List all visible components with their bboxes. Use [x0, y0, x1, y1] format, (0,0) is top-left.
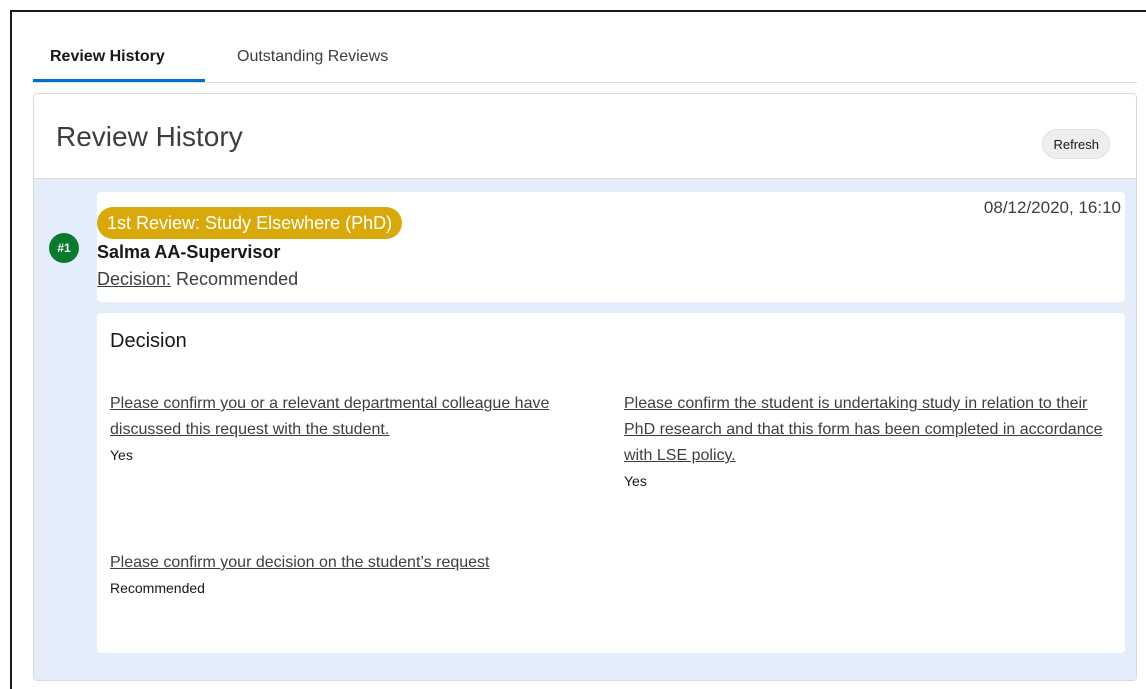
reviewer-name: Salma AA-Supervisor [97, 242, 281, 262]
review-datetime: 08/12/2020, 16:10 [983, 198, 1121, 217]
decision-details-card: Decision Please confirm you or a relevan… [97, 313, 1125, 653]
panel-header: Review History Refresh [34, 94, 1136, 179]
decision-section-title: Decision [110, 330, 187, 352]
tab-review-history[interactable]: Review History [33, 38, 205, 82]
field-question: Please confirm you or a relevant departm… [110, 395, 550, 438]
review-history-panel: Review History Refresh #1 1st Review: St… [33, 93, 1137, 681]
decision-field: Please confirm you or a relevant departm… [110, 391, 570, 464]
review-list: #1 1st Review: Study Elsewhere (PhD) 08/… [34, 179, 1136, 680]
refresh-button[interactable]: Refresh [1042, 129, 1110, 159]
decision-field: Please confirm the student is undertakin… [624, 391, 1114, 490]
field-question: Please confirm the student is undertakin… [624, 395, 1103, 464]
field-question: Please confirm your decision on the stud… [110, 554, 490, 571]
panel-title: Review History [56, 121, 243, 152]
decision-summary: Decision: Recommended [97, 269, 298, 290]
tab-bar: Review History Outstanding Reviews [33, 38, 1137, 83]
decision-value: Recommended [176, 269, 299, 289]
field-answer: Recommended [110, 580, 205, 596]
review-type-pill: 1st Review: Study Elsewhere (PhD) [97, 207, 403, 239]
tab-outstanding-reviews[interactable]: Outstanding Reviews [237, 38, 457, 82]
decision-label: Decision: [97, 269, 172, 289]
field-answer: Yes [624, 473, 647, 489]
decision-field: Please confirm your decision on the stud… [110, 550, 570, 597]
review-number-badge: #1 [49, 233, 79, 263]
field-answer: Yes [110, 447, 133, 463]
review-card: 1st Review: Study Elsewhere (PhD) 08/12/… [97, 192, 1125, 302]
